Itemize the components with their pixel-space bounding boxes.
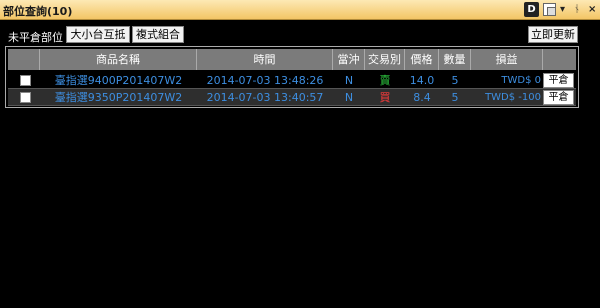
combo-position-button[interactable]: 複式組合 <box>132 26 184 43</box>
header-side[interactable]: 交易別 <box>365 49 405 70</box>
pnl-cell: TWD$ 0 <box>501 75 541 86</box>
header-pnl[interactable]: 損益 <box>471 49 543 70</box>
product-cell: 臺指選9400P201407W2 <box>54 74 183 87</box>
row-checkbox[interactable] <box>20 75 31 86</box>
pin-icon[interactable]: ᚾ <box>574 2 580 17</box>
qty-cell: 5 <box>451 74 459 87</box>
close-position-button[interactable]: 平倉 <box>543 90 574 105</box>
window-title: 部位查詢(10) <box>3 5 73 18</box>
row-checkbox[interactable] <box>20 92 31 103</box>
qty-cell: 5 <box>451 91 459 104</box>
table-header: 商品名稱 時間 當沖 交易別 價格 數量 損益 <box>8 49 576 70</box>
refresh-now-button[interactable]: 立即更新 <box>528 26 578 43</box>
time-cell: 2014-07-03 13:48:26 <box>206 74 324 87</box>
header-select <box>8 49 40 70</box>
close-position-button[interactable]: 平倉 <box>543 73 574 88</box>
header-price[interactable]: 價格 <box>405 49 439 70</box>
header-daytrade[interactable]: 當沖 <box>333 49 365 70</box>
header-qty[interactable]: 數量 <box>439 49 471 70</box>
side-cell: 買 <box>379 91 391 104</box>
price-cell: 8.4 <box>413 91 431 104</box>
side-cell: 賣 <box>379 74 391 87</box>
close-icon[interactable]: × <box>588 2 596 17</box>
title-bar: 部位查詢(10) D ▾ ᚾ × <box>0 0 600 20</box>
daytrade-cell: N <box>344 74 354 87</box>
positions-table: 商品名稱 時間 當沖 交易別 價格 數量 損益 臺指選9400P201407W2… <box>5 46 579 108</box>
table-row: 臺指選9350P201407W2 2014-07-03 13:40:57 N 買… <box>8 89 576 106</box>
header-time[interactable]: 時間 <box>197 49 333 70</box>
table-row: 臺指選9400P201407W2 2014-07-03 13:48:26 N 賣… <box>8 72 576 89</box>
time-cell: 2014-07-03 13:40:57 <box>206 91 324 104</box>
copy-icon[interactable] <box>543 3 556 16</box>
product-cell: 臺指選9350P201407W2 <box>54 91 183 104</box>
offset-large-small-button[interactable]: 大小台互抵 <box>66 26 130 43</box>
d-button[interactable]: D <box>524 2 539 17</box>
chevron-down-icon[interactable]: ▾ <box>560 2 565 17</box>
pnl-cell: TWD$ -100 <box>485 92 541 103</box>
toolbar: 未平倉部位 大小台互抵 複式組合 立即更新 <box>4 26 578 44</box>
daytrade-cell: N <box>344 91 354 104</box>
header-product[interactable]: 商品名稱 <box>40 49 197 70</box>
open-positions-label: 未平倉部位 <box>8 31 63 44</box>
price-cell: 14.0 <box>409 74 435 87</box>
header-action <box>543 49 576 70</box>
